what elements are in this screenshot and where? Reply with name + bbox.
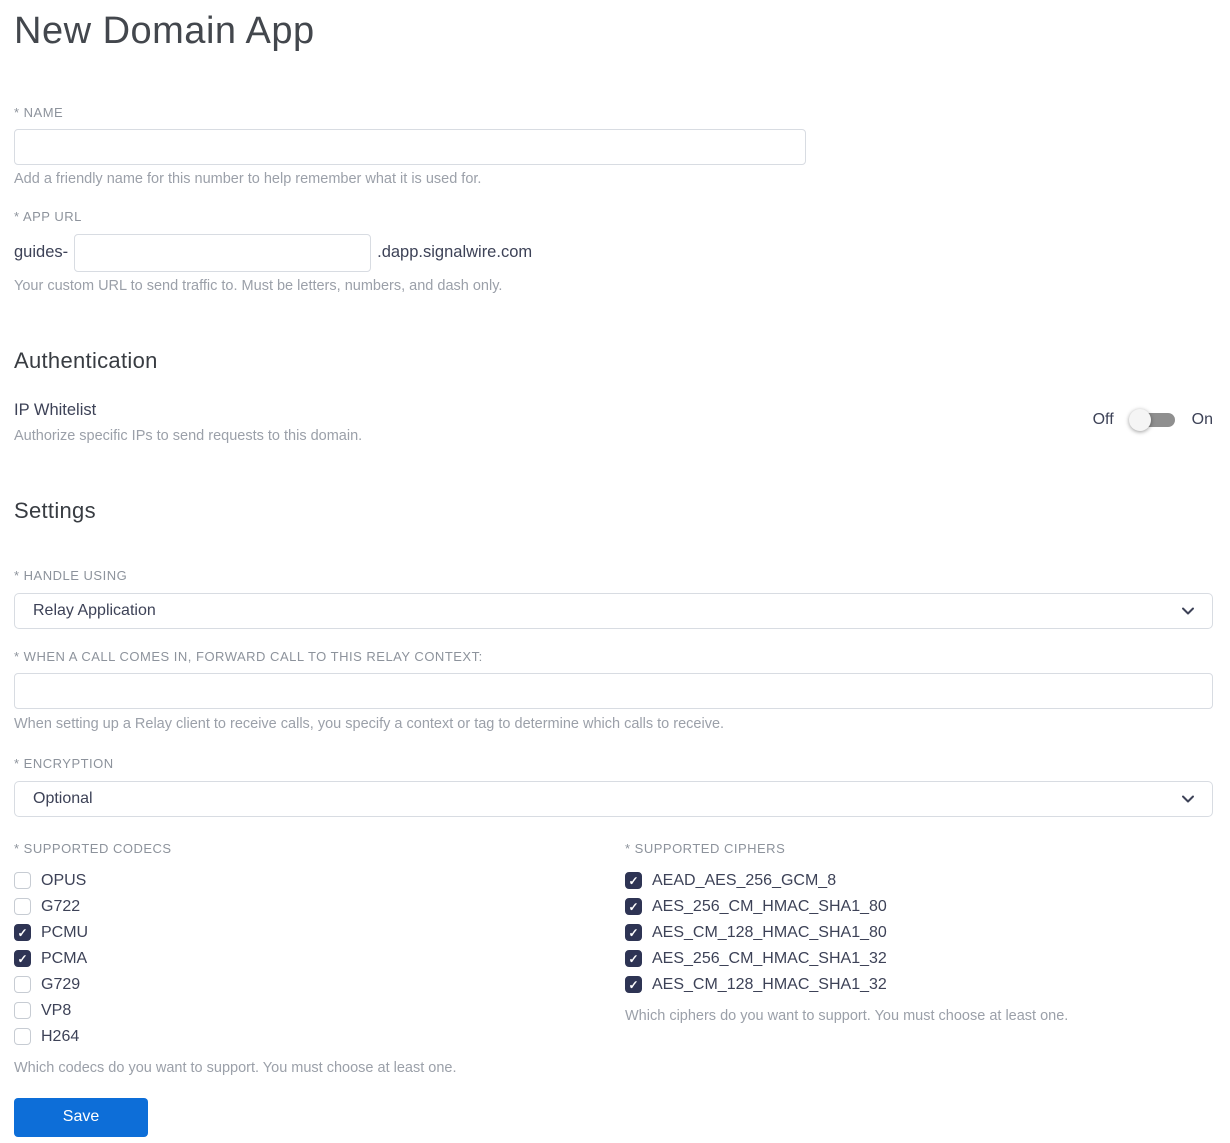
codec-checkbox-pcma[interactable]: ✓	[14, 950, 31, 967]
checkbox-label[interactable]: AES_256_CM_HMAC_SHA1_80	[652, 898, 887, 916]
codec-checkbox-pcmu[interactable]: ✓	[14, 924, 31, 941]
app-url-prefix: guides-	[14, 243, 69, 261]
supported-codecs-group: * SUPPORTED CODECS ✓ OPUS ✓ G722 ✓ PCMU …	[14, 841, 625, 1076]
chevron-down-icon	[1182, 795, 1194, 802]
codec-checkbox-g729[interactable]: ✓	[14, 976, 31, 993]
toggle-knob-icon	[1128, 408, 1151, 431]
checkbox-label[interactable]: G729	[41, 976, 80, 994]
checkbox-label[interactable]: G722	[41, 898, 80, 916]
codec-checkbox-opus[interactable]: ✓	[14, 872, 31, 889]
supported-codecs-label: * SUPPORTED CODECS	[14, 840, 172, 856]
handle-using-label: * HANDLE USING	[14, 567, 128, 583]
codecs-ciphers-columns: * SUPPORTED CODECS ✓ OPUS ✓ G722 ✓ PCMU …	[14, 841, 1213, 1076]
cipher-checkbox-aes-256-cm-hmac-sha1-32[interactable]: ✓	[625, 950, 642, 967]
check-row: ✓ AEAD_AES_256_GCM_8	[625, 868, 1213, 894]
relay-context-field-group: * WHEN A CALL COMES IN, FORWARD CALL TO …	[14, 649, 1213, 732]
handle-using-select[interactable]: Relay Application	[14, 592, 1213, 629]
checkbox-label[interactable]: AES_CM_128_HMAC_SHA1_32	[652, 976, 887, 994]
codec-checkbox-g722[interactable]: ✓	[14, 898, 31, 915]
app-url-row: guides- .dapp.signalwire.com	[14, 233, 1213, 272]
check-row: ✓ AES_CM_128_HMAC_SHA1_32	[625, 972, 1213, 998]
toggle-on-label: On	[1191, 410, 1213, 428]
toggle-off-label: Off	[1092, 410, 1114, 428]
relay-context-label: * WHEN A CALL COMES IN, FORWARD CALL TO …	[14, 648, 483, 664]
cipher-checkbox-aes-256-cm-hmac-sha1-80[interactable]: ✓	[625, 898, 642, 915]
check-row: ✓ G722	[14, 894, 625, 920]
ip-whitelist-toggle[interactable]	[1128, 408, 1175, 431]
encryption-field-group: * ENCRYPTION Optional	[14, 756, 1213, 817]
relay-context-input[interactable]	[14, 672, 1213, 709]
checkbox-label[interactable]: PCMU	[41, 924, 88, 942]
check-row: ✓ PCMU	[14, 920, 625, 946]
name-field-group: * NAME Add a friendly name for this numb…	[14, 105, 1213, 187]
app-url-label: * APP URL	[14, 208, 82, 224]
page-title: New Domain App	[14, 10, 315, 52]
ip-whitelist-label: IP Whitelist	[14, 400, 97, 419]
check-row: ✓ H264	[14, 1024, 625, 1050]
name-help-text: Add a friendly name for this number to h…	[14, 170, 482, 187]
app-url-suffix: .dapp.signalwire.com	[377, 243, 533, 261]
authentication-heading: Authentication	[14, 347, 158, 373]
ip-whitelist-help-text: Authorize specific IPs to send requests …	[14, 427, 363, 444]
encryption-selected-value: Optional	[33, 789, 93, 807]
checkmark-icon: ✓	[628, 977, 639, 992]
check-row: ✓ VP8	[14, 998, 625, 1024]
handle-using-field-group: * HANDLE USING Relay Application	[14, 568, 1213, 629]
ip-whitelist-toggle-group: Off On	[1092, 408, 1213, 431]
chevron-down-icon	[1182, 607, 1194, 614]
checkmark-icon: ✓	[628, 873, 639, 888]
relay-context-help-text: When setting up a Relay client to receiv…	[14, 715, 725, 732]
cipher-checkbox-aes-cm-128-hmac-sha1-80[interactable]: ✓	[625, 924, 642, 941]
checkbox-label[interactable]: AES_CM_128_HMAC_SHA1_80	[652, 924, 887, 942]
encryption-select[interactable]: Optional	[14, 780, 1213, 817]
cipher-checkbox-aes-cm-128-hmac-sha1-32[interactable]: ✓	[625, 976, 642, 993]
handle-using-selected-value: Relay Application	[33, 601, 156, 619]
app-url-field-group: * APP URL guides- .dapp.signalwire.com Y…	[14, 209, 1213, 294]
checkbox-label[interactable]: AES_256_CM_HMAC_SHA1_32	[652, 950, 887, 968]
checkbox-label[interactable]: VP8	[41, 1002, 71, 1020]
check-row: ✓ AES_256_CM_HMAC_SHA1_80	[625, 894, 1213, 920]
codec-checkbox-vp8[interactable]: ✓	[14, 1002, 31, 1019]
new-domain-app-form: New Domain App * NAME Add a friendly nam…	[0, 0, 1230, 1137]
checkbox-label[interactable]: H264	[41, 1028, 79, 1046]
codecs-check-list: ✓ OPUS ✓ G722 ✓ PCMU ✓ PCMA ✓ G729 ✓ VP8	[14, 868, 625, 1050]
check-row: ✓ AES_CM_128_HMAC_SHA1_80	[625, 920, 1213, 946]
ip-whitelist-text: IP Whitelist Authorize specific IPs to s…	[14, 401, 362, 444]
settings-heading: Settings	[14, 497, 96, 523]
checkbox-label[interactable]: OPUS	[41, 872, 86, 890]
save-button[interactable]: Save	[14, 1097, 148, 1137]
name-input[interactable]	[14, 128, 806, 165]
codecs-help-text: Which codecs do you want to support. You…	[14, 1059, 457, 1076]
checkmark-icon: ✓	[17, 925, 28, 940]
ip-whitelist-row: IP Whitelist Authorize specific IPs to s…	[14, 401, 1213, 444]
ciphers-help-text: Which ciphers do you want to support. Yo…	[625, 1007, 1069, 1024]
encryption-label: * ENCRYPTION	[14, 755, 114, 771]
cipher-checkbox-aead-aes-256-gcm-8[interactable]: ✓	[625, 872, 642, 889]
ciphers-check-list: ✓ AEAD_AES_256_GCM_8 ✓ AES_256_CM_HMAC_S…	[625, 868, 1213, 998]
name-label: * NAME	[14, 104, 64, 120]
checkbox-label[interactable]: AEAD_AES_256_GCM_8	[652, 872, 836, 890]
checkmark-icon: ✓	[17, 951, 28, 966]
check-row: ✓ G729	[14, 972, 625, 998]
checkmark-icon: ✓	[628, 899, 639, 914]
app-url-input[interactable]	[74, 233, 372, 272]
supported-ciphers-group: * SUPPORTED CIPHERS ✓ AEAD_AES_256_GCM_8…	[625, 841, 1213, 1076]
check-row: ✓ OPUS	[14, 868, 625, 894]
supported-ciphers-label: * SUPPORTED CIPHERS	[625, 840, 786, 856]
check-row: ✓ AES_256_CM_HMAC_SHA1_32	[625, 946, 1213, 972]
app-url-help-text: Your custom URL to send traffic to. Must…	[14, 277, 503, 294]
check-row: ✓ PCMA	[14, 946, 625, 972]
codec-checkbox-h264[interactable]: ✓	[14, 1028, 31, 1045]
checkmark-icon: ✓	[628, 951, 639, 966]
checkmark-icon: ✓	[628, 925, 639, 940]
checkbox-label[interactable]: PCMA	[41, 950, 87, 968]
